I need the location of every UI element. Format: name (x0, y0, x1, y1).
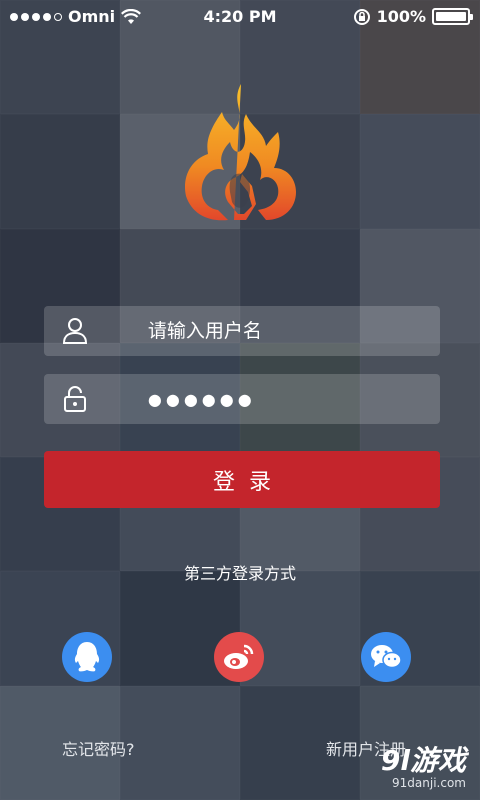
forgot-password-link[interactable]: 忘记密码? (62, 736, 135, 760)
battery-icon (432, 8, 473, 25)
watermark-main: 9l游戏 (380, 744, 466, 777)
watermark-logo: 9l游戏 91danji.com (380, 744, 466, 791)
password-field[interactable] (44, 374, 440, 424)
login-button-label: 登录 (212, 469, 285, 495)
status-bar: Omni 4:20 PM 100% (0, 0, 480, 34)
battery-percent: 100% (376, 7, 426, 26)
battery-fill (436, 12, 466, 21)
wechat-icon (371, 645, 402, 669)
status-right: 100% (353, 7, 473, 26)
rotation-lock-icon (353, 8, 370, 25)
third-party-title: 第三方登录方式 (183, 564, 296, 583)
password-input[interactable] (145, 388, 440, 410)
lock-icon-wrap (44, 374, 106, 424)
user-icon-wrap (44, 306, 106, 356)
username-field[interactable] (44, 306, 440, 356)
user-icon (62, 318, 87, 344)
flame-logo-icon (184, 84, 296, 221)
weibo-login-button[interactable] (214, 632, 264, 682)
qq-login-button[interactable] (62, 632, 112, 682)
wechat-login-button[interactable] (361, 632, 411, 682)
lock-icon (63, 386, 86, 412)
login-button[interactable]: 登录 (44, 451, 440, 508)
username-input[interactable] (145, 319, 440, 343)
weibo-icon (224, 644, 254, 669)
qq-icon (74, 642, 100, 672)
watermark-sub: 91danji.com (392, 776, 466, 790)
